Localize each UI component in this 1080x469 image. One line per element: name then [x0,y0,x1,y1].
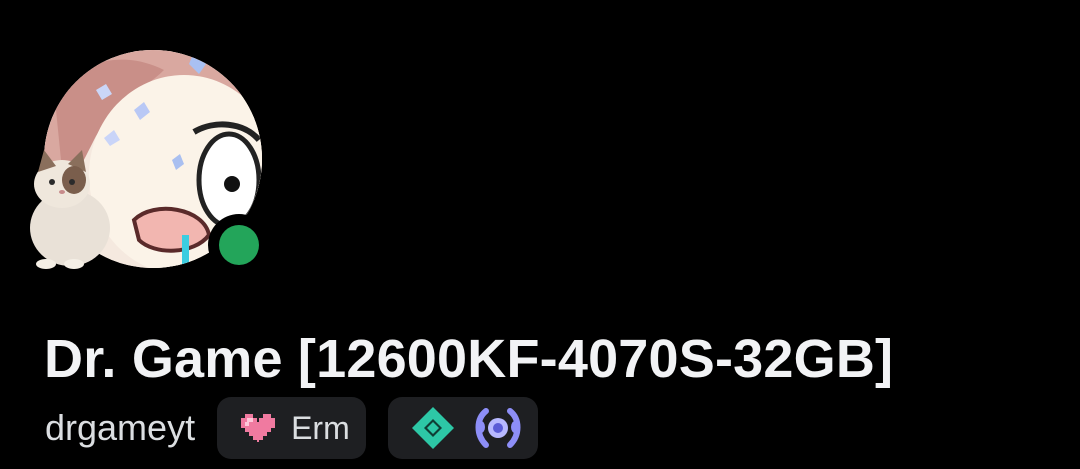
display-name: Dr. Game [12600KF-4070S-32GB] [44,329,894,389]
profile-info-row: drgameyt Erm [45,396,538,460]
custom-status-pill[interactable]: Erm [217,397,366,459]
custom-status-text: Erm [291,409,350,446]
online-status-dot [219,225,259,265]
status-indicator [208,214,270,276]
quest-diamond-badge-icon[interactable] [410,405,456,451]
avatar-container[interactable] [22,44,274,284]
badges-pill [387,397,538,459]
cat-decoration-icon [30,150,110,269]
username[interactable]: drgameyt [45,408,195,448]
nitro-laurel-badge-icon[interactable] [472,405,524,451]
pixel-heart-icon [241,414,276,442]
